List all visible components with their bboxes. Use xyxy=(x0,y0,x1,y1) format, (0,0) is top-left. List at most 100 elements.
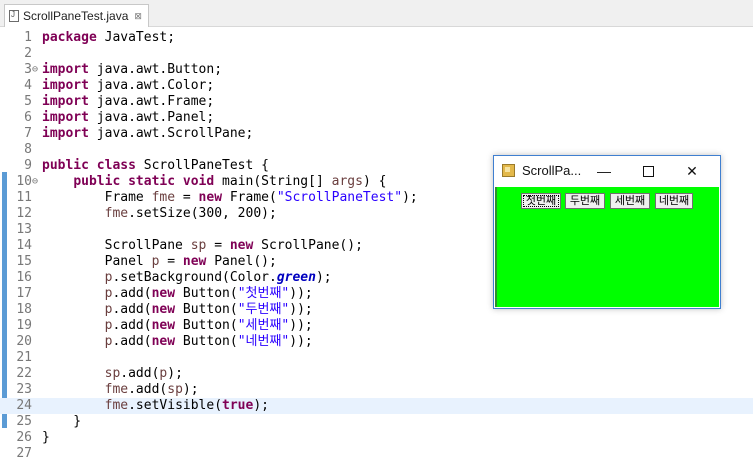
code-token: } xyxy=(42,414,82,429)
code-text: public class ScrollPaneTest { xyxy=(42,158,269,174)
code-text: import java.awt.Panel; xyxy=(42,110,214,126)
line-number: 22 xyxy=(16,366,32,381)
tab-close-icon[interactable]: ⊠ xyxy=(134,11,142,22)
line-number: 13 xyxy=(16,222,32,237)
fold-toggle-icon[interactable]: ⊖ xyxy=(32,62,40,78)
code-token: ); xyxy=(182,382,199,397)
button-first[interactable]: 첫번째 xyxy=(521,193,561,209)
line-number: 18 xyxy=(16,302,32,317)
code-line-1[interactable]: 1 package JavaTest; xyxy=(0,30,753,46)
fold-toggle-icon[interactable]: ⊖ xyxy=(32,174,40,190)
code-line-21[interactable]: 21 xyxy=(0,350,753,366)
line-number: 27 xyxy=(16,446,32,461)
code-token: Button( xyxy=(175,286,238,301)
line-number: 1 xyxy=(24,30,32,45)
tab-scrollpanetest-java[interactable]: ScrollPaneTest.java ⊠ xyxy=(4,4,149,27)
button-fourth[interactable]: 네번째 xyxy=(655,193,693,209)
line-number: 10 xyxy=(16,174,32,189)
code-token: .setSize(300, 200); xyxy=(128,206,277,221)
java-file-icon xyxy=(9,10,19,22)
code-token: sp xyxy=(104,366,121,381)
code-token: new xyxy=(151,302,176,317)
code-line-24[interactable]: 24 fme.setVisible(true); xyxy=(0,398,753,414)
button-second[interactable]: 두번째 xyxy=(565,193,605,209)
line-number: 16 xyxy=(16,270,32,285)
line-number: 7 xyxy=(24,126,32,141)
line-number: 4 xyxy=(24,78,32,93)
code-text: sp.add(p); xyxy=(42,366,183,382)
code-token: java.awt.Frame; xyxy=(88,94,215,109)
code-text: import java.awt.ScrollPane; xyxy=(42,126,253,142)
code-text: package JavaTest; xyxy=(42,30,175,46)
code-token: java.awt.ScrollPane; xyxy=(88,126,254,141)
code-token: "ScrollPaneTest" xyxy=(276,190,403,205)
line-number: 24 xyxy=(16,398,32,413)
close-icon: ✕ xyxy=(686,162,698,179)
code-line-6[interactable]: 6 import java.awt.Panel; xyxy=(0,110,753,126)
code-token: )); xyxy=(289,334,313,349)
code-token: java.awt.Color; xyxy=(88,78,215,93)
code-line-7[interactable]: 7 import java.awt.ScrollPane; xyxy=(0,126,753,142)
code-token: ); xyxy=(315,270,332,285)
code-token: public xyxy=(42,158,89,173)
line-number: 11 xyxy=(16,190,32,205)
window-title: ScrollPa... xyxy=(522,163,582,178)
line-number: 25 xyxy=(16,414,32,429)
scrollpanetest-window: ScrollPa... — ✕ 첫번째 두번째 세번째 네번째 xyxy=(493,155,721,309)
code-token: ); xyxy=(402,190,418,205)
code-text: fme.setVisible(true); xyxy=(42,398,269,414)
code-token: green xyxy=(276,270,316,285)
code-token: package xyxy=(42,30,97,45)
code-line-19[interactable]: 19 p.add(new Button("세번째")); xyxy=(0,318,753,334)
code-token: java.awt.Button; xyxy=(88,62,223,77)
code-text: p.add(new Button("세번째")); xyxy=(42,318,313,334)
code-token: Button( xyxy=(175,302,238,317)
code-line-22[interactable]: 22 sp.add(p); xyxy=(0,366,753,382)
code-line-5[interactable]: 5 import java.awt.Frame; xyxy=(0,94,753,110)
code-line-2[interactable]: 2 xyxy=(0,46,753,62)
maximize-icon xyxy=(642,165,654,177)
code-line-27[interactable]: 27 xyxy=(0,446,753,462)
code-text: Panel p = new Panel(); xyxy=(42,254,277,270)
code-token: ); xyxy=(253,398,269,413)
code-token: new xyxy=(198,190,223,205)
code-token: new xyxy=(151,318,176,333)
code-token: ); xyxy=(167,366,183,381)
code-token: )); xyxy=(289,286,313,301)
code-line-3[interactable]: 3 ⊖ import java.awt.Button; xyxy=(0,62,753,78)
code-line-20[interactable]: 20 p.add(new Button("네번째")); xyxy=(0,334,753,350)
code-token: new xyxy=(151,286,176,301)
code-token: fme xyxy=(104,382,129,397)
code-line-23[interactable]: 23 fme.add(sp); xyxy=(0,382,753,398)
code-token: sp xyxy=(167,382,183,397)
minimize-button[interactable]: — xyxy=(582,156,626,186)
code-text: } xyxy=(42,430,50,446)
code-token: void xyxy=(182,174,215,189)
code-line-25[interactable]: 25 } xyxy=(0,414,753,430)
code-token: sp xyxy=(190,238,207,253)
code-line-26[interactable]: 26} xyxy=(0,430,753,446)
maximize-button[interactable] xyxy=(626,156,670,186)
line-number: 12 xyxy=(16,206,32,221)
code-text: p.add(new Button("네번째")); xyxy=(42,334,313,350)
window-titlebar[interactable]: ScrollPa... — ✕ xyxy=(494,156,720,186)
line-number: 23 xyxy=(16,382,32,397)
button-third[interactable]: 세번째 xyxy=(610,193,650,209)
code-token: )); xyxy=(289,302,313,317)
code-token: args xyxy=(331,174,363,189)
code-text: p.add(new Button("첫번째")); xyxy=(42,286,313,302)
code-token: "세번째" xyxy=(237,318,290,333)
line-number: 20 xyxy=(16,334,32,349)
code-line-4[interactable]: 4 import java.awt.Color; xyxy=(0,78,753,94)
close-button[interactable]: ✕ xyxy=(670,156,714,186)
code-token: java.awt.Panel; xyxy=(88,110,215,125)
